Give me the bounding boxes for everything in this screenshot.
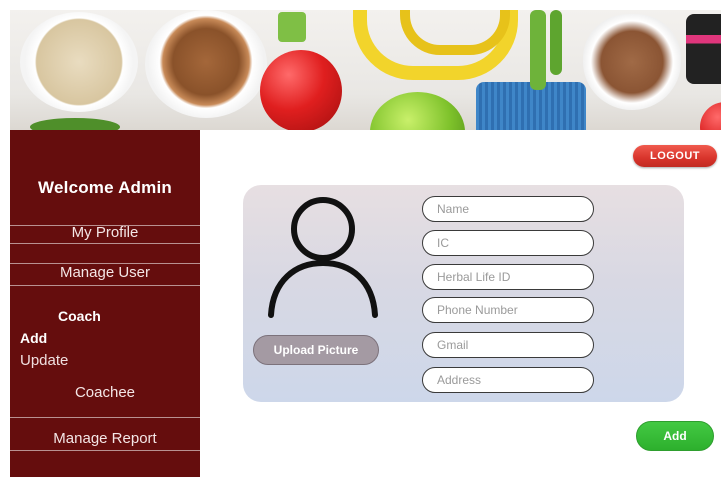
dumbbell-image [686, 14, 721, 84]
phone-number-field[interactable] [422, 297, 594, 323]
sidebar-item-manage-report[interactable]: Manage Report [10, 430, 200, 447]
upload-picture-button[interactable]: Upload Picture [253, 335, 379, 365]
herbal-life-id-field[interactable] [422, 264, 594, 290]
sidebar-item-coachee[interactable]: Coachee [10, 384, 200, 401]
sidebar-item-my-profile[interactable]: My Profile [10, 224, 200, 241]
address-field[interactable] [422, 367, 594, 393]
almond-bowl-image [583, 14, 681, 110]
celery-stalk-2-image [550, 10, 562, 75]
sidebar-subitem-add[interactable]: Add [20, 330, 47, 346]
name-field[interactable] [422, 196, 594, 222]
towel-image [476, 82, 586, 130]
ic-field[interactable] [422, 230, 594, 256]
add-coach-form-card: Upload Picture [243, 185, 684, 402]
nuts-bowl-image [145, 10, 267, 118]
sidebar-divider [10, 450, 200, 451]
sidebar-item-coach[interactable]: Coach [58, 308, 101, 324]
sidebar: Welcome Admin My Profile Manage User Coa… [10, 130, 200, 477]
sidebar-subitem-update[interactable]: Update [20, 352, 68, 369]
sidebar-divider [10, 243, 200, 244]
sidebar-item-manage-user[interactable]: Manage User [10, 264, 200, 281]
celery-stalk-image [530, 10, 546, 90]
sidebar-divider [10, 285, 200, 286]
herb-image [30, 118, 120, 130]
sidebar-divider [10, 417, 200, 418]
red-apple-image [260, 50, 342, 130]
gmail-field[interactable] [422, 332, 594, 358]
oats-bowl-image [20, 12, 138, 112]
logout-button[interactable]: LOGOUT [633, 145, 717, 167]
header-banner-image [10, 10, 721, 130]
green-apple-image [370, 92, 465, 130]
celery-image [278, 12, 306, 42]
red-apple-2-image [700, 102, 721, 130]
welcome-heading: Welcome Admin [38, 178, 172, 197]
user-avatar-icon [268, 197, 378, 318]
add-button[interactable]: Add [636, 421, 714, 451]
